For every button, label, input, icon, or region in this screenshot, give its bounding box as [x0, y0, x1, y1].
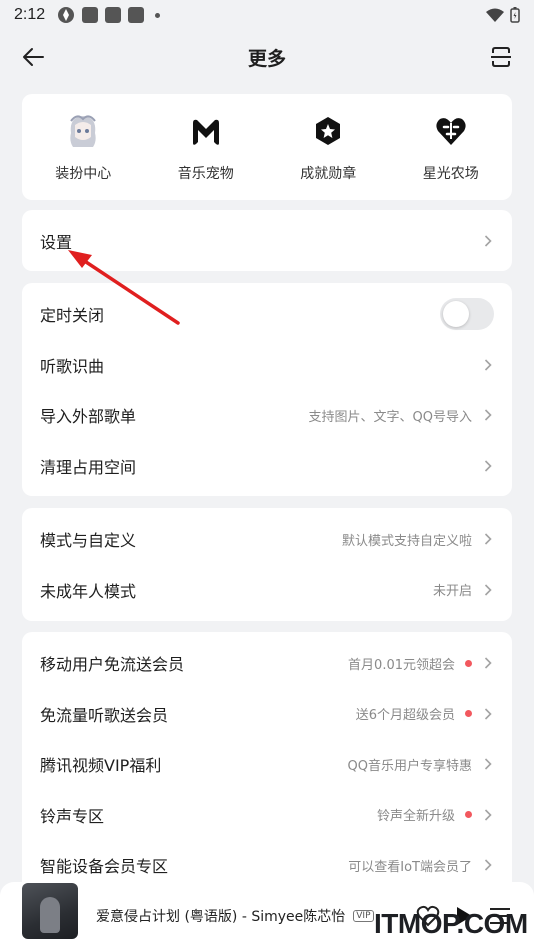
- row-right: [440, 298, 494, 331]
- quick-action-achievement-medals[interactable]: 成就勋章: [267, 94, 390, 200]
- clear-storage-label: 清理占用空间: [40, 457, 137, 477]
- vip-badge: VIP: [353, 910, 374, 922]
- page-title: 更多: [247, 47, 286, 70]
- free-data-vip-hint: 送6个月超级会员: [355, 708, 455, 724]
- anime-avatar-icon: [63, 111, 103, 151]
- cover-figure: [40, 897, 60, 933]
- new-badge-dot: [465, 659, 472, 667]
- app-notification-icon: [58, 7, 75, 23]
- scan-icon: [491, 47, 511, 67]
- smart-device-vip-hint: 可以查看IoT端会员了: [348, 859, 472, 875]
- modes-card: 模式与自定义 默认模式支持自定义啦 未成年人模式 未开启: [22, 508, 512, 621]
- row-right: 首月0.01元领超会: [348, 654, 494, 673]
- free-data-vip-row[interactable]: 免流量听歌送会员 送6个月超级会员: [22, 689, 512, 740]
- album-cover[interactable]: [22, 883, 78, 939]
- quick-action-label: 成就勋章: [300, 166, 357, 182]
- chevron-right-icon: [482, 358, 494, 372]
- quick-actions-card: 装扮中心 音乐宠物 成就勋章 星光农场: [22, 94, 512, 200]
- ringtone-zone-row[interactable]: 铃声专区 铃声全新升级: [22, 790, 512, 841]
- clear-storage-row[interactable]: 清理占用空间: [22, 441, 512, 492]
- row-right: 未开启: [433, 580, 494, 599]
- settings-label: 设置: [40, 232, 73, 252]
- free-data-vip-label: 免流量听歌送会员: [40, 705, 169, 725]
- chevron-right-icon: [482, 234, 494, 248]
- benefits-card: 移动用户免流送会员 首月0.01元领超会 免流量听歌送会员 送6个月超级会员 腾…: [22, 632, 512, 892]
- chevron-right-icon: [482, 757, 494, 771]
- notification-square-icon: [128, 7, 145, 23]
- row-right: 支持图片、文字、QQ号导入: [309, 406, 494, 425]
- chevron-right-icon: [482, 656, 494, 670]
- song-recognition-label: 听歌识曲: [40, 356, 105, 376]
- new-badge-dot: [465, 811, 472, 819]
- import-playlist-label: 导入外部歌单: [40, 407, 137, 427]
- chevron-right-icon: [482, 532, 494, 546]
- status-bar: 2:12: [0, 0, 534, 30]
- wifi-icon: [486, 8, 504, 22]
- tencent-video-vip-label: 腾讯视频VIP福利: [40, 756, 162, 776]
- import-playlist-hint: 支持图片、文字、QQ号导入: [308, 409, 472, 425]
- mode-customize-row[interactable]: 模式与自定义 默认模式支持自定义啦: [22, 514, 512, 565]
- row-right: [482, 358, 494, 372]
- quick-action-label: 装扮中心: [55, 166, 112, 182]
- smart-device-vip-label: 智能设备会员专区: [40, 857, 169, 877]
- ringtone-zone-hint: 铃声全新升级: [376, 809, 455, 825]
- chevron-right-icon: [482, 858, 494, 872]
- sleep-timer-row[interactable]: 定时关闭: [22, 289, 512, 340]
- row-right: 可以查看IoT端会员了: [348, 856, 494, 875]
- quick-action-dress-center[interactable]: 装扮中心: [22, 94, 145, 200]
- watermark-text: ITMOP.COM: [374, 908, 528, 939]
- chevron-right-icon: [482, 808, 494, 822]
- mobile-free-vip-row[interactable]: 移动用户免流送会员 首月0.01元领超会: [22, 638, 512, 689]
- song-title: 爱意侵占计划 (粤语版) - Simyee陈芯怡: [96, 909, 346, 925]
- sleep-timer-toggle[interactable]: [440, 298, 494, 331]
- tools-card: 定时关闭 听歌识曲 导入外部歌单 支持图片、文字、QQ号导入 清理占用空间: [22, 283, 512, 496]
- header: 更多: [0, 30, 534, 84]
- chevron-right-icon: [482, 459, 494, 473]
- row-right: 默认模式支持自定义啦: [342, 530, 494, 549]
- more-notifications-dot-icon: [155, 12, 161, 18]
- settings-card: 设置: [22, 210, 512, 271]
- quick-action-starlight-farm[interactable]: 星光农场: [390, 94, 513, 200]
- ringtone-zone-label: 铃声专区: [40, 806, 105, 826]
- quick-action-label: 音乐宠物: [177, 166, 234, 182]
- chevron-right-icon: [482, 408, 494, 422]
- mobile-free-vip-label: 移动用户免流送会员: [40, 655, 185, 675]
- medal-star-icon: [308, 111, 348, 151]
- quick-action-label: 星光农场: [422, 166, 479, 182]
- status-time: 2:12: [14, 6, 46, 23]
- minor-mode-label: 未成年人模式: [40, 581, 137, 601]
- new-badge-dot: [465, 710, 472, 718]
- m-logo-icon: [186, 111, 226, 151]
- row-right: [482, 459, 494, 473]
- song-recognition-row[interactable]: 听歌识曲: [22, 340, 512, 391]
- minor-mode-row[interactable]: 未成年人模式 未开启: [22, 565, 512, 616]
- status-right: [486, 7, 520, 23]
- sleep-timer-label: 定时关闭: [40, 306, 105, 326]
- quick-action-music-pet[interactable]: 音乐宠物: [145, 94, 268, 200]
- row-right: [482, 234, 494, 248]
- mode-customize-hint: 默认模式支持自定义啦: [341, 533, 472, 549]
- arrow-left-icon: [23, 48, 44, 66]
- minor-mode-status: 未开启: [432, 584, 472, 600]
- notification-square-icon: [105, 7, 122, 23]
- notification-icons: [57, 6, 161, 24]
- settings-row[interactable]: 设置: [22, 210, 512, 271]
- back-button[interactable]: [18, 42, 48, 72]
- row-right: 铃声全新升级: [377, 805, 494, 824]
- toggle-knob: [443, 301, 469, 328]
- chevron-right-icon: [482, 583, 494, 597]
- import-playlist-row[interactable]: 导入外部歌单 支持图片、文字、QQ号导入: [22, 390, 512, 441]
- row-right: 送6个月超级会员: [356, 704, 494, 723]
- notification-square-icon: [82, 7, 99, 23]
- scan-button[interactable]: [486, 42, 516, 72]
- chevron-right-icon: [482, 707, 494, 721]
- mode-customize-label: 模式与自定义: [40, 531, 137, 551]
- battery-icon: [510, 7, 520, 23]
- row-right: QQ音乐用户专享特惠: [348, 755, 494, 774]
- now-playing-title[interactable]: 爱意侵占计划 (粤语版) - Simyee陈芯怡 VIP: [96, 906, 374, 926]
- farm-heart-icon: [431, 111, 471, 151]
- tencent-video-vip-row[interactable]: 腾讯视频VIP福利 QQ音乐用户专享特惠: [22, 739, 512, 790]
- tencent-video-vip-hint: QQ音乐用户专享特惠: [347, 758, 472, 774]
- mobile-free-vip-hint: 首月0.01元领超会: [348, 657, 455, 673]
